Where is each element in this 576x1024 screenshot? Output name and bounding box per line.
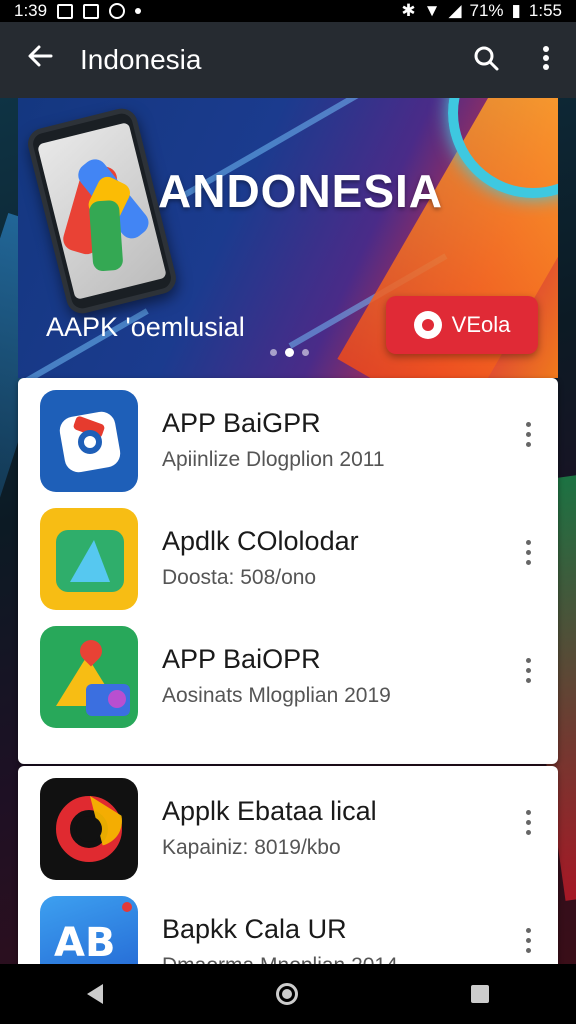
blue-compass-icon[interactable] <box>40 390 138 492</box>
banner-title: ANDONESIA <box>158 165 444 217</box>
app-list-card: APP BaiGPR Apiinlize Dlogplion 2011 Apdl… <box>18 378 558 764</box>
page-title: Indonesia <box>80 44 202 75</box>
more-vertical-icon[interactable] <box>514 414 542 454</box>
more-vertical-icon[interactable] <box>514 802 542 842</box>
app-meta: Apiinlize Dlogplion 2011 <box>162 448 385 471</box>
featured-banner[interactable]: ANDONESIA AAPK 'oemlusial VEola <box>18 98 558 378</box>
app-name: APP BaiGPR <box>162 408 321 438</box>
nav-back-icon[interactable] <box>86 984 103 1004</box>
location-pin-icon <box>413 311 442 339</box>
wifi-icon: ▼ <box>423 1 441 20</box>
list-item[interactable]: AB Bapkk Cala UR Dmaorma Mnoplian 2014 <box>18 884 558 964</box>
list-item[interactable]: Apdlk COlolodar Doosta: 508/ono <box>18 496 558 614</box>
app-name: Bapkk Cala UR <box>162 914 347 944</box>
back-arrow-icon[interactable] <box>0 41 80 79</box>
signal-icon: ◢ <box>448 1 462 20</box>
notification-icon <box>83 3 100 19</box>
red-ring-icon[interactable] <box>40 778 138 880</box>
sync-icon <box>109 3 126 19</box>
more-vertical-icon[interactable] <box>514 650 542 690</box>
bluetooth-icon: ✱ <box>401 1 416 20</box>
battery-icon: ▮ <box>511 1 521 20</box>
app-name: Applk Ebataa lical <box>162 796 377 826</box>
app-bar: Indonesia <box>0 22 576 98</box>
gallery-icon <box>57 3 74 19</box>
status-time: 1:39 <box>14 1 48 20</box>
banner-action-button[interactable]: VEola <box>386 296 538 354</box>
more-vertical-icon[interactable] <box>514 920 542 960</box>
app-meta: Kapainiz: 8019/kbo <box>162 836 341 859</box>
app-name: APP BaiOPR <box>162 644 321 674</box>
banner-button-label: VEola <box>451 312 511 337</box>
content-area[interactable]: ANDONESIA AAPK 'oemlusial VEola APP BaiG… <box>0 98 576 964</box>
list-item[interactable]: Applk Ebataa lical Kapainiz: 8019/kbo <box>18 766 558 884</box>
green-maps-icon[interactable] <box>40 626 138 728</box>
phone-illustration <box>24 105 180 317</box>
app-name: Apdlk COlolodar <box>162 526 359 556</box>
yellow-camera-icon[interactable] <box>40 508 138 610</box>
more-vertical-icon[interactable] <box>516 44 576 77</box>
system-nav-bar <box>0 964 576 1024</box>
carousel-dot[interactable] <box>302 349 309 356</box>
carousel-dot[interactable] <box>270 349 277 356</box>
more-vertical-icon[interactable] <box>514 532 542 572</box>
dot-icon <box>135 8 142 14</box>
status-bar: 1:39 ✱ ▼ ◢ 71% ▮ 1:55 <box>0 0 576 22</box>
nav-recents-icon[interactable] <box>471 985 490 1003</box>
list-item[interactable]: APP BaiGPR Apiinlize Dlogplion 2011 <box>18 378 558 496</box>
list-item[interactable]: APP BaiOPR Aosinats Mlogplian 2019 <box>18 614 558 732</box>
carousel-dot-active[interactable] <box>285 348 294 357</box>
ab-letters-icon[interactable]: AB <box>40 896 138 964</box>
app-meta: Doosta: 508/ono <box>162 566 317 589</box>
carousel-indicator[interactable] <box>270 348 309 357</box>
status-clock: 1:55 <box>528 1 562 20</box>
search-icon[interactable] <box>456 44 516 77</box>
banner-subtitle: AAPK 'oemlusial <box>46 312 245 342</box>
battery-level: 71% <box>469 1 504 20</box>
app-list-card: Applk Ebataa lical Kapainiz: 8019/kbo AB… <box>18 766 558 964</box>
nav-home-icon[interactable] <box>275 983 298 1005</box>
app-meta: Aosinats Mlogplian 2019 <box>162 684 391 707</box>
app-meta: Dmaorma Mnoplian 2014 <box>162 954 398 964</box>
